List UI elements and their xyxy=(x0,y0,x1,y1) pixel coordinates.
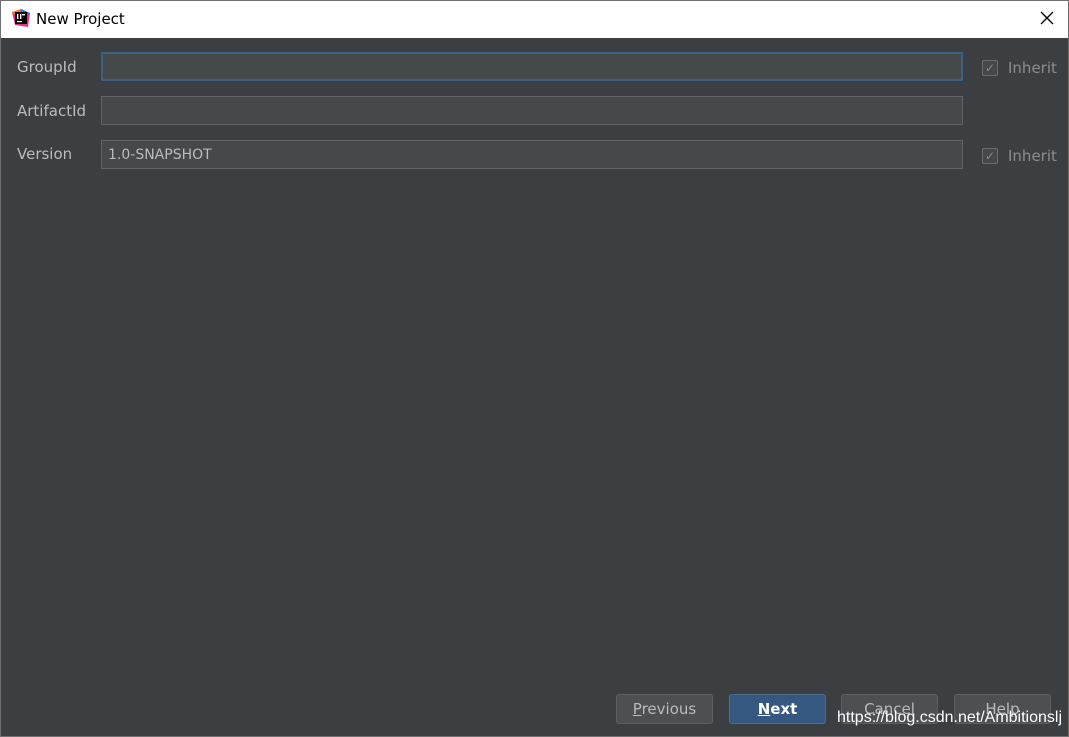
version-label: Version xyxy=(17,145,73,163)
group-id-inherit-label: Inherit xyxy=(1008,59,1057,77)
previous-button-mnemonic: P xyxy=(632,700,642,718)
window-title: New Project xyxy=(36,10,125,28)
next-button-label: ext xyxy=(770,700,798,718)
new-project-dialog: New Project GroupId ✓ Inherit ArtifactId… xyxy=(0,0,1069,737)
intellij-idea-icon xyxy=(12,9,30,27)
next-button-mnemonic: N xyxy=(757,700,771,718)
artifact-id-input[interactable] xyxy=(101,96,963,125)
checkmark-icon[interactable]: ✓ xyxy=(982,60,998,76)
version-inherit-label: Inherit xyxy=(1008,147,1057,165)
checkmark-icon[interactable]: ✓ xyxy=(982,148,998,164)
group-id-input[interactable] xyxy=(101,52,963,81)
dialog-content: GroupId ✓ Inherit ArtifactId Version ✓ I… xyxy=(1,38,1068,736)
close-icon[interactable] xyxy=(1038,9,1056,27)
next-button[interactable]: Next xyxy=(729,694,826,724)
title-bar: New Project xyxy=(1,1,1068,38)
artifact-id-label: ArtifactId xyxy=(17,102,87,120)
watermark-text: https://blog.csdn.net/Ambitionslj xyxy=(837,709,1063,726)
group-id-label: GroupId xyxy=(17,58,77,76)
previous-button[interactable]: Previous xyxy=(616,694,713,724)
previous-button-label: revious xyxy=(641,700,697,718)
version-input[interactable] xyxy=(101,140,963,169)
